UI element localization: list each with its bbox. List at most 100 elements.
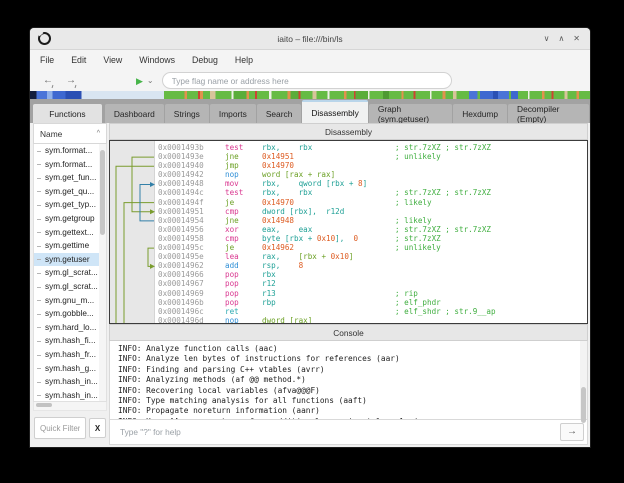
- comment: ; elf_phdr: [395, 298, 441, 307]
- console-line: INFO: Recovering local variables (afva@@…: [118, 386, 580, 396]
- operands: rbx: [262, 270, 276, 279]
- function-item-sym-get-typ[interactable]: sym.get_typ...: [34, 198, 99, 212]
- disasm-line-0x00014951[interactable]: 0x00014951cmpdword [rbx], r12d: [110, 207, 587, 216]
- function-item-sym-gnu-m[interactable]: sym.gnu_m...: [34, 294, 99, 308]
- tab-functions[interactable]: Functions: [33, 104, 102, 123]
- scrollbar-thumb[interactable]: [100, 150, 105, 235]
- disassembly-lines: 0x0001493btestrbx, rbx; str.7zXZ ; str.7…: [110, 143, 587, 324]
- flag-search-input[interactable]: [162, 72, 452, 89]
- tab-imports[interactable]: Imports: [210, 104, 256, 123]
- console-line: INFO: Analyze len bytes of instructions …: [118, 354, 580, 364]
- mnemonic: mov: [225, 179, 239, 188]
- main-panel: Disassembly 0x0001493btestrbx, rbx; str.…: [109, 123, 588, 445]
- function-item-sym-format[interactable]: sym.format...: [34, 158, 99, 172]
- clear-filter-button[interactable]: X: [89, 418, 106, 438]
- tab-hexdump[interactable]: Hexdump: [453, 104, 507, 123]
- disasm-line-0x0001496c[interactable]: 0x0001496cret; elf_shdr ; str.9__ap: [110, 307, 587, 316]
- memory-map-bar[interactable]: [30, 91, 590, 99]
- address: 0x0001494f: [158, 198, 204, 207]
- address: 0x0001493b: [158, 143, 204, 152]
- tab-dashboard[interactable]: Dashboard: [105, 104, 164, 123]
- disasm-line-0x00014948[interactable]: 0x00014948movrbx, qword [rbx + 8]: [110, 179, 587, 188]
- disasm-line-0x0001496d[interactable]: 0x0001496dnopdword [rax]: [110, 316, 587, 324]
- functions-scrollbar[interactable]: [99, 144, 106, 401]
- disasm-line-0x0001494f[interactable]: 0x0001494fje0x14970; likely: [110, 198, 587, 207]
- function-item-sym-gettext[interactable]: sym.gettext...: [34, 226, 99, 240]
- chevron-down-icon[interactable]: ⌄: [147, 76, 154, 85]
- menu-help[interactable]: Help: [235, 55, 253, 65]
- function-item-sym-gl-scrat[interactable]: sym.gl_scrat...: [34, 266, 99, 280]
- function-item-sym-get-qu[interactable]: sym.get_qu...: [34, 185, 99, 199]
- disasm-line-0x00014942[interactable]: 0x00014942nopword [rax + rax]: [110, 170, 587, 179]
- functions-panel: Name ^ sym.format...sym.format...sym.get…: [33, 123, 107, 445]
- function-item-sym-gl-scrat[interactable]: sym.gl_scrat...: [34, 280, 99, 294]
- function-item-sym-hash-fr[interactable]: sym.hash_fr...: [34, 348, 99, 362]
- tab-graph-sym-getuser[interactable]: Graph (sym.getuser): [369, 104, 452, 123]
- disasm-line-0x00014940[interactable]: 0x00014940jmp0x14970: [110, 161, 587, 170]
- menu-view[interactable]: View: [103, 55, 122, 65]
- function-item-sym-hash-in[interactable]: sym.hash_in...: [34, 389, 99, 401]
- execute-command-button[interactable]: →: [560, 423, 584, 441]
- disasm-line-0x00014958[interactable]: 0x00014958cmpbyte [rbx + 0x10], 0; str.7…: [110, 234, 587, 243]
- function-item-sym-hash-fi[interactable]: sym.hash_fi...: [34, 334, 99, 348]
- titlebar[interactable]: iaito – file:///bin/ls ∨ ∧ ✕: [30, 28, 590, 50]
- tab-disassembly[interactable]: Disassembly: [302, 100, 367, 123]
- disasm-line-0x0001496b[interactable]: 0x0001496bpoprbp; elf_phdr: [110, 298, 587, 307]
- scrollbar-thumb[interactable]: [581, 387, 586, 423]
- disasm-line-0x00014966[interactable]: 0x00014966poprbx: [110, 270, 587, 279]
- disasm-line-0x0001494c[interactable]: 0x0001494ctestrbx, rbx; str.7zXZ ; str.7…: [110, 188, 587, 197]
- disasm-line-0x00014967[interactable]: 0x00014967popr12: [110, 279, 587, 288]
- functions-name-column-header[interactable]: Name ^: [33, 123, 107, 144]
- close-icon[interactable]: ✕: [573, 34, 580, 44]
- disasm-line-0x00014969[interactable]: 0x00014969popr13; rip: [110, 289, 587, 298]
- disasm-line-0x00014956[interactable]: 0x00014956xoreax, eax; str.7zXZ ; str.7z…: [110, 225, 587, 234]
- disasm-line-0x0001493b[interactable]: 0x0001493btestrbx, rbx; str.7zXZ ; str.7…: [110, 143, 587, 152]
- function-item-sym-hard-lo[interactable]: sym.hard_lo...: [34, 321, 99, 335]
- comment: ; str.7zXZ ; str.7zXZ: [395, 143, 491, 152]
- disasm-line-0x0001493e[interactable]: 0x0001493ejne0x14951; unlikely: [110, 152, 587, 161]
- disasm-line-0x0001495e[interactable]: 0x0001495elearax, [rbx + 0x10]: [110, 252, 587, 261]
- maximize-icon[interactable]: ∧: [558, 34, 564, 44]
- console-scrollbar[interactable]: [580, 341, 587, 419]
- address: 0x00014958: [158, 234, 204, 243]
- address: 0x00014940: [158, 161, 204, 170]
- disasm-line-0x0001495c[interactable]: 0x0001495cje0x14962; unlikely: [110, 243, 587, 252]
- menu-file[interactable]: File: [40, 55, 54, 65]
- forward-button[interactable]: →: [66, 75, 76, 86]
- column-header-label: Name: [40, 129, 62, 139]
- scrollbar-thumb[interactable]: [36, 403, 52, 407]
- disasm-line-0x00014954[interactable]: 0x00014954jne0x14948; likely: [110, 216, 587, 225]
- console-input[interactable]: [112, 426, 557, 438]
- function-item-sym-hash-g[interactable]: sym.hash_g...: [34, 362, 99, 376]
- console-output[interactable]: INFO: Analyze function calls (aac)INFO: …: [110, 341, 580, 419]
- function-item-sym-getuser[interactable]: sym.getuser: [34, 253, 99, 267]
- console-panel-title[interactable]: Console: [109, 324, 588, 341]
- disassembly-view[interactable]: 0x0001493btestrbx, rbx; str.7zXZ ; str.7…: [109, 140, 588, 324]
- function-item-sym-getgroup[interactable]: sym.getgroup: [34, 212, 99, 226]
- function-item-sym-gobble[interactable]: sym.gobble...: [34, 307, 99, 321]
- minimize-icon[interactable]: ∨: [544, 34, 550, 44]
- tab-search[interactable]: Search: [257, 104, 302, 123]
- mnemonic: test: [225, 143, 243, 152]
- operands: rsp, 8: [262, 261, 303, 270]
- disasm-line-0x00014962[interactable]: 0x00014962addrsp, 8: [110, 261, 587, 270]
- tab-strings[interactable]: Strings: [165, 104, 209, 123]
- tab-decompiler-empty[interactable]: Decompiler (Empty): [508, 104, 589, 123]
- back-button[interactable]: ←: [43, 75, 53, 86]
- functions-hscrollbar[interactable]: [33, 402, 107, 411]
- tab-bar: Functions DashboardStringsImportsSearchD…: [30, 99, 590, 123]
- address: 0x00014962: [158, 261, 204, 270]
- operands: word [rax + rax]: [262, 170, 335, 179]
- menu-debug[interactable]: Debug: [192, 55, 218, 65]
- mnemonic: ret: [225, 307, 239, 316]
- console-line: INFO: Type matching analysis for all fun…: [118, 396, 580, 406]
- disassembly-panel-title[interactable]: Disassembly: [109, 123, 588, 140]
- quick-filter-input[interactable]: [34, 417, 86, 439]
- menu-edit[interactable]: Edit: [71, 55, 86, 65]
- function-item-sym-get-fun[interactable]: sym.get_fun...: [34, 171, 99, 185]
- continue-play-button[interactable]: ▶: [136, 76, 143, 86]
- function-item-sym-gettime[interactable]: sym.gettime: [34, 239, 99, 253]
- function-item-sym-format[interactable]: sym.format...: [34, 144, 99, 158]
- menu-windows[interactable]: Windows: [139, 55, 175, 65]
- function-item-sym-hash-in[interactable]: sym.hash_in...: [34, 375, 99, 389]
